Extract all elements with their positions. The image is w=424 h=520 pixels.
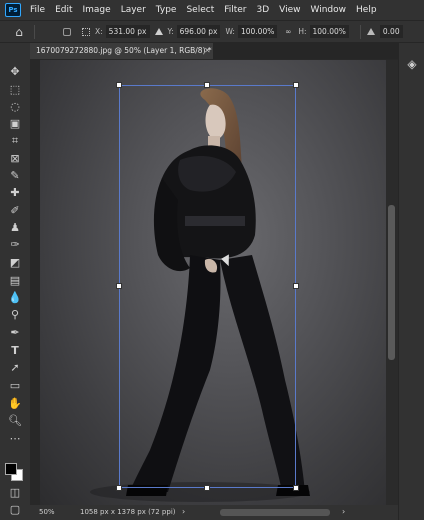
menu-select[interactable]: Select	[181, 5, 219, 15]
scroll-right-icon[interactable]: ›	[342, 507, 345, 516]
dodge-tool-icon[interactable]: ⚲	[8, 308, 22, 322]
menu-window[interactable]: Window	[306, 5, 352, 15]
y-position-field[interactable]: 696.00 px	[176, 25, 221, 38]
type-tool-icon[interactable]: T	[8, 344, 22, 358]
zoom-level[interactable]: 50%	[39, 508, 55, 516]
hand-tool-icon[interactable]: ✋	[8, 397, 22, 411]
x-label: X:	[95, 27, 103, 36]
document-tab[interactable]: 1670079272880.jpg @ 50% (Layer 1, RGB/8)…	[30, 43, 213, 59]
menu-view[interactable]: View	[274, 5, 305, 15]
home-icon[interactable]: ⌂	[10, 25, 28, 39]
photoshop-logo-icon[interactable]: Ps	[5, 3, 21, 17]
rotation-field[interactable]: 0.00	[379, 25, 403, 38]
transform-handle-bottom-left[interactable]	[116, 485, 122, 491]
screen-mode-icon[interactable]: ▢	[8, 503, 22, 517]
transform-handle-top-left[interactable]	[116, 82, 122, 88]
relative-position-icon[interactable]	[154, 28, 163, 35]
path-selection-tool-icon[interactable]: ➚	[8, 361, 22, 375]
crop-tool-icon[interactable]: ⌗	[8, 134, 22, 148]
quick-mask-icon[interactable]: ◫	[8, 486, 22, 500]
transform-handle-top-center[interactable]	[204, 82, 210, 88]
menu-type[interactable]: Type	[151, 5, 182, 15]
rectangle-tool-icon[interactable]: ▭	[8, 379, 22, 393]
menu-3d[interactable]: 3D	[252, 5, 275, 15]
marquee-tool-icon[interactable]: ⬚	[8, 83, 22, 97]
options-separator	[359, 24, 361, 39]
status-expand-icon[interactable]: ›	[182, 507, 185, 516]
layers-panel-icon[interactable]: ◈	[405, 57, 419, 71]
foreground-color-swatch[interactable]	[5, 463, 17, 475]
w-label: W:	[225, 27, 235, 36]
move-tool-icon[interactable]: ✥	[8, 65, 22, 79]
horizontal-scroll-thumb[interactable]	[220, 509, 330, 516]
rotate-icon	[366, 28, 375, 35]
h-label: H:	[298, 27, 307, 36]
object-select-tool-icon[interactable]: ▣	[8, 117, 22, 131]
document-info: 1058 px x 1378 px (72 ppi)	[80, 508, 176, 516]
menu-help[interactable]: Help	[351, 5, 382, 15]
healing-brush-tool-icon[interactable]: ✚	[8, 186, 22, 200]
more-tools-icon[interactable]: ⋯	[8, 432, 22, 446]
menu-layer[interactable]: Layer	[116, 5, 151, 15]
menu-bar: Ps File Edit Image Layer Type Select Fil…	[0, 0, 424, 20]
transform-handle-bottom-right[interactable]	[293, 485, 299, 491]
vertical-scroll-thumb[interactable]	[388, 205, 395, 360]
close-tab-icon[interactable]: ✕	[204, 43, 211, 59]
reference-point-icon[interactable]	[81, 27, 91, 37]
blur-tool-icon[interactable]: 💧	[8, 291, 22, 305]
menu-image[interactable]: Image	[78, 5, 116, 15]
menu-filter[interactable]: Filter	[219, 5, 251, 15]
menu-file[interactable]: File	[25, 5, 50, 15]
reference-point-checkbox[interactable]	[63, 27, 71, 36]
transform-handle-top-right[interactable]	[293, 82, 299, 88]
right-panel-dock: ◈	[398, 43, 424, 520]
zoom-tool-icon[interactable]: 🔍︎	[8, 414, 22, 428]
options-bar: ⌂ X: 531.00 px Y: 696.00 px W: 100.00% ∞…	[0, 20, 424, 42]
link-icon[interactable]: ∞	[282, 27, 294, 36]
menu-edit[interactable]: Edit	[50, 5, 77, 15]
lasso-tool-icon[interactable]: ◌	[8, 100, 22, 114]
y-label: Y:	[167, 27, 174, 36]
transform-handle-middle-left[interactable]	[116, 283, 122, 289]
tools-panel: ✥ ⬚ ◌ ▣ ⌗ ⊠ ✎ ✚ ✐ ♟ ✑ ◩ ▤ 💧 ⚲ ✒ T ➚ ▭ ✋ …	[0, 43, 30, 520]
x-position-field[interactable]: 531.00 px	[105, 25, 150, 38]
brush-tool-icon[interactable]: ✐	[8, 204, 22, 218]
history-brush-tool-icon[interactable]: ✑	[8, 238, 22, 252]
height-field[interactable]: 100.00%	[309, 25, 349, 38]
gradient-tool-icon[interactable]: ▤	[8, 274, 22, 288]
eraser-tool-icon[interactable]: ◩	[8, 256, 22, 270]
clone-stamp-tool-icon[interactable]: ♟	[8, 221, 22, 235]
options-separator	[34, 24, 35, 39]
transform-handle-middle-right[interactable]	[293, 283, 299, 289]
pen-tool-icon[interactable]: ✒	[8, 326, 22, 340]
status-bar: 50% 1058 px x 1378 px (72 ppi) › ›	[30, 505, 398, 520]
transform-bounding-box[interactable]	[119, 85, 296, 488]
width-field[interactable]: 100.00%	[237, 25, 278, 38]
transform-handle-bottom-center[interactable]	[204, 485, 210, 491]
eyedropper-tool-icon[interactable]: ✎	[8, 169, 22, 183]
frame-tool-icon[interactable]: ⊠	[8, 152, 22, 166]
